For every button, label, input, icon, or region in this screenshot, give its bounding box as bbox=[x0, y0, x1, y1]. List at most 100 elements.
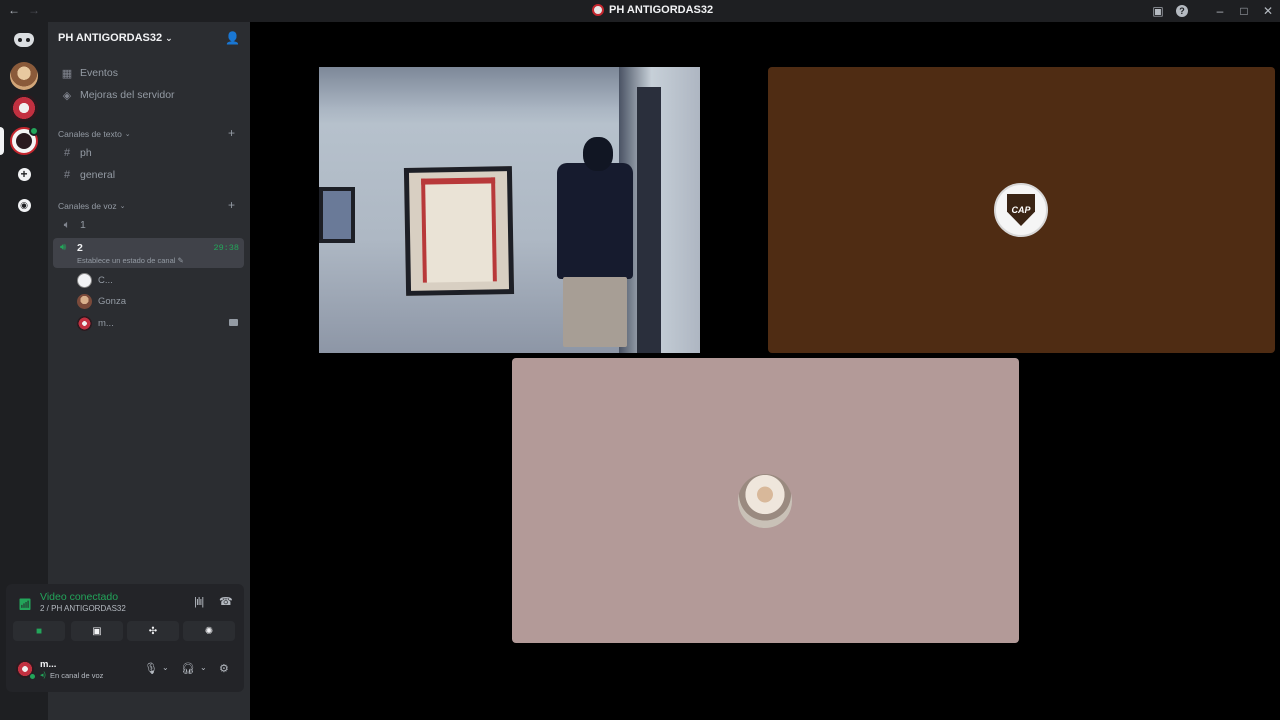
channel-label: 2 bbox=[77, 242, 83, 254]
screen-share-button[interactable]: ▣ bbox=[71, 621, 123, 641]
voice-channel-2[interactable]: 🔊︎ 2 29:38 Establece un estado de canal … bbox=[53, 238, 244, 268]
jersey-image bbox=[421, 177, 497, 283]
member-name: C... bbox=[98, 274, 113, 286]
set-channel-status[interactable]: Establece un estado de canal ✎ bbox=[77, 256, 184, 265]
webcam-frame-left bbox=[319, 187, 355, 243]
chevron-down-icon: ⌄ bbox=[165, 32, 173, 43]
person-torso bbox=[557, 163, 633, 279]
help-button[interactable]: ? bbox=[1170, 0, 1194, 22]
maximize-button[interactable]: □ bbox=[1232, 4, 1256, 18]
server-icon bbox=[592, 4, 604, 16]
avatar bbox=[77, 272, 92, 288]
voice-member[interactable]: m... bbox=[77, 314, 114, 332]
server-icon-1[interactable] bbox=[10, 62, 38, 90]
avatar: CAP bbox=[994, 183, 1048, 237]
screen-share-icon: ▣ bbox=[92, 625, 102, 637]
add-server-button[interactable]: + bbox=[10, 160, 38, 188]
voice-channel-1[interactable]: 🔈︎ 1 bbox=[56, 215, 244, 235]
create-text-channel-button[interactable]: + bbox=[228, 126, 235, 140]
category-label: Canales de texto bbox=[58, 129, 122, 139]
avatar bbox=[738, 474, 792, 528]
cap-logo-text: CAP bbox=[1011, 205, 1031, 215]
plus-icon: + bbox=[17, 167, 31, 181]
voice-activity-badge bbox=[29, 126, 39, 136]
camera-icon: ■ bbox=[35, 625, 43, 637]
person-shorts bbox=[563, 277, 627, 347]
category-text-channels[interactable]: Canales de texto ⌄ bbox=[58, 129, 131, 139]
speaker-icon: 🔈︎ bbox=[63, 218, 71, 231]
window-title-text: PH ANTIGORDAS32 bbox=[609, 4, 714, 16]
member-name: m... bbox=[98, 317, 114, 329]
noise-suppression-icon[interactable]: |ılı| bbox=[194, 596, 204, 608]
video-tile-camera[interactable] bbox=[319, 67, 700, 353]
invite-people-icon[interactable]: 👤 bbox=[225, 31, 240, 45]
voice-member[interactable]: C... bbox=[77, 271, 113, 289]
soundboard-button[interactable]: ✺ bbox=[183, 621, 235, 641]
window-controls: ▣ ? – □ ✕ bbox=[1146, 0, 1280, 22]
channel-general[interactable]: # general bbox=[56, 165, 244, 185]
create-voice-channel-button[interactable]: + bbox=[228, 198, 235, 212]
category-voice-channels[interactable]: Canales de voz ⌄ bbox=[58, 201, 125, 211]
back-arrow-icon[interactable]: ← bbox=[8, 3, 20, 17]
calendar-icon: ▦ bbox=[61, 67, 73, 80]
category-label: Canales de voz bbox=[58, 201, 117, 211]
webcam-framed-jersey bbox=[403, 166, 515, 296]
activities-icon: ✣ bbox=[148, 625, 158, 637]
hash-icon: # bbox=[63, 147, 71, 159]
boost-icon: ◈ bbox=[62, 89, 72, 102]
sidebar-item-server-boost[interactable]: ◈ Mejoras del servidor bbox=[56, 85, 244, 105]
avatar bbox=[77, 293, 92, 309]
person-head bbox=[583, 137, 613, 171]
close-button[interactable]: ✕ bbox=[1256, 4, 1280, 18]
hash-icon: # bbox=[63, 169, 71, 181]
server-icon-2[interactable] bbox=[10, 94, 38, 122]
activities-button[interactable]: ✣ bbox=[127, 621, 179, 641]
discord-logo-icon bbox=[14, 33, 34, 47]
sidebar-item-label: Mejoras del servidor bbox=[80, 89, 175, 101]
inbox-icon[interactable]: ▣ bbox=[1146, 0, 1170, 22]
username[interactable]: m... bbox=[40, 659, 56, 670]
selected-server-pill bbox=[0, 127, 4, 155]
server-icon-current[interactable] bbox=[10, 126, 39, 155]
member-name: Gonza bbox=[98, 295, 126, 307]
chevron-down-icon[interactable]: ⌄ bbox=[162, 663, 169, 672]
sidebar-item-events[interactable]: ▦ Eventos bbox=[56, 63, 244, 83]
voice-member[interactable]: Gonza bbox=[77, 292, 126, 310]
server-header[interactable]: PH ANTIGORDAS32 ⌄ 👤 bbox=[48, 22, 250, 54]
history-nav: ← → bbox=[8, 3, 40, 17]
explore-servers-button[interactable]: ◉ bbox=[10, 191, 38, 219]
camera-icon bbox=[229, 319, 238, 326]
chevron-down-icon: ⌄ bbox=[119, 203, 126, 210]
avatar bbox=[77, 315, 92, 331]
user-panel: m... ◂) En canal de voz 🎙︎ ⌄ 🎧︎ ⌄ ⚙︎ bbox=[6, 652, 244, 688]
disconnect-button[interactable]: ☎︎ bbox=[219, 595, 233, 608]
video-tile-c-avatar[interactable]: CAP bbox=[768, 67, 1275, 353]
chevron-down-icon: ⌄ bbox=[124, 131, 131, 138]
channel-label: ph bbox=[80, 147, 92, 159]
minimize-button[interactable]: – bbox=[1208, 4, 1232, 18]
user-status: En canal de voz bbox=[50, 671, 104, 680]
microphone-button[interactable]: 🎙︎ bbox=[144, 662, 158, 675]
headphones-button[interactable]: 🎧︎ bbox=[181, 662, 195, 675]
camera-toggle-button[interactable]: ■ bbox=[13, 621, 65, 641]
connection-signal-icon[interactable]: 📶︎ bbox=[18, 598, 32, 611]
channel-label: general bbox=[80, 169, 116, 181]
webcam-person bbox=[547, 137, 647, 353]
voice-status-title[interactable]: Video conectado bbox=[40, 591, 118, 603]
online-status-dot bbox=[29, 673, 36, 680]
video-tile-gonza[interactable] bbox=[512, 358, 1019, 643]
channel-label: 1 bbox=[80, 219, 86, 231]
voice-status-channel[interactable]: 2 / PH ANTIGORDAS32 bbox=[40, 604, 126, 613]
forward-arrow-icon[interactable]: → bbox=[28, 3, 40, 17]
soundboard-icon: ✺ bbox=[204, 625, 214, 637]
chevron-down-icon[interactable]: ⌄ bbox=[200, 663, 207, 672]
compass-icon: ◉ bbox=[17, 198, 31, 212]
cap-shield-icon: CAP bbox=[1007, 194, 1035, 226]
user-settings-button[interactable]: ⚙︎ bbox=[219, 662, 229, 675]
server-name: PH ANTIGORDAS32 bbox=[58, 32, 163, 44]
channel-ph[interactable]: # ph bbox=[56, 143, 244, 163]
speaker-icon: ◂) bbox=[40, 672, 46, 679]
speaker-icon: 🔊︎ bbox=[60, 242, 67, 253]
window-title: PH ANTIGORDAS32 bbox=[592, 4, 713, 16]
home-button[interactable] bbox=[10, 26, 38, 54]
